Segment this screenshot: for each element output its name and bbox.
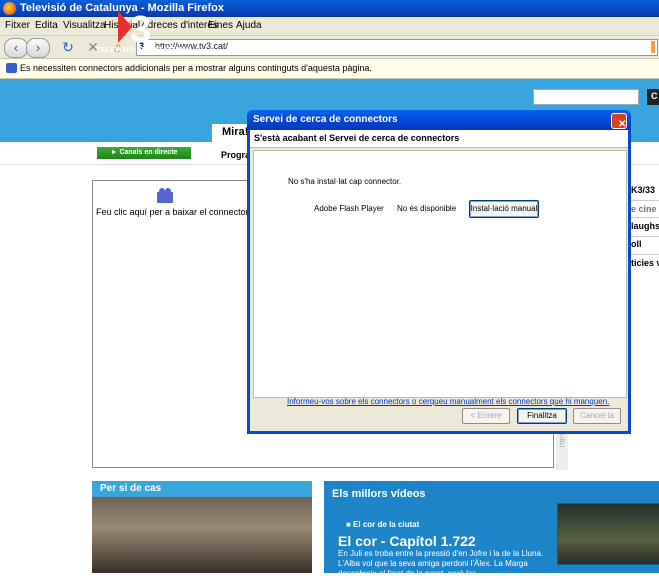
live-channels-button[interactable]: ► Canals en directe	[97, 147, 191, 159]
url-bar[interactable]: 3 http://www.tv3.cat/	[136, 39, 658, 56]
plugin-icon	[157, 188, 173, 203]
cancel-button-disabled[interactable]: Cancel·la	[573, 408, 621, 424]
promo-per-si-de-cas[interactable]: Per si de cas	[92, 481, 312, 573]
right-item-laughs[interactable]: laughs	[631, 221, 659, 231]
menu-ajuda[interactable]: Ajuda	[236, 20, 262, 31]
right-item-k333[interactable]: K3/33	[631, 185, 655, 195]
back-button[interactable]: ‹	[4, 38, 28, 58]
logo-mark-text: 3	[130, 9, 151, 45]
search-button-label: C	[651, 91, 658, 101]
firefox-icon	[3, 2, 16, 15]
promo-right-description: En Juli es troba entre la pressió d'en J…	[338, 549, 544, 578]
promo-right-video-title[interactable]: El cor - Capítol 1.722	[338, 533, 476, 549]
dialog-body: S'està acabant el Servei de cerca de con…	[250, 130, 628, 431]
menu-edita[interactable]: Edita	[35, 20, 58, 31]
site-search-input[interactable]	[533, 89, 639, 105]
close-button[interactable]: ✕	[611, 113, 627, 130]
manual-install-button[interactable]: Instal·lació manual	[469, 200, 539, 218]
plugin-download-message[interactable]: Feu clic aquí per a baixar el connector.	[96, 207, 251, 217]
reload-button[interactable]: ↻	[60, 39, 76, 55]
more-info-link[interactable]: Informeu-vos sobre els connectors o cerq…	[287, 397, 609, 406]
back-arrow-icon: ‹	[13, 40, 19, 55]
menu-bar: Fitxer Edita Visualitza Historial Adrece…	[0, 17, 659, 36]
promo-left-photo[interactable]	[92, 497, 312, 573]
programs-link[interactable]: Progra	[221, 150, 250, 160]
menu-fitxer[interactable]: Fitxer	[5, 20, 30, 31]
plugin-puzzle-icon	[6, 63, 17, 73]
site-search-button[interactable]: C	[647, 89, 659, 105]
forward-button[interactable]: ›	[26, 38, 50, 58]
plugin-notification-bar[interactable]: Es necessiten connectors addicionals per…	[0, 59, 659, 79]
dialog-heading: S'està acabant el Servei de cerca de con…	[254, 133, 460, 143]
promo-left-title: Per si de cas	[100, 483, 162, 494]
right-item-cine[interactable]: e cine	[631, 204, 657, 214]
dialog-title: Servei de cerca de connectors	[253, 114, 398, 125]
back-button-disabled[interactable]: < Enrere	[462, 408, 510, 424]
no-plugin-installed-text: No s'ha instal·lat cap connector.	[288, 177, 402, 186]
forward-arrow-icon: ›	[35, 40, 41, 55]
plugin-name: Adobe Flash Player	[314, 204, 384, 213]
logo-text: TELEVISIÓ DE CATALUNYA	[96, 47, 193, 54]
finish-button[interactable]: Finalitza	[517, 408, 567, 424]
promo-left-header: Per si de cas	[92, 481, 312, 497]
dialog-title-bar[interactable]: Servei de cerca de connectors ✕	[247, 110, 631, 130]
video-thumbnail[interactable]	[557, 503, 659, 565]
promo-millors-videos: Els millors vídeos ■ El cor de la ciutat…	[324, 481, 659, 578]
plugin-finder-dialog: Servei de cerca de connectors ✕ S'està a…	[247, 110, 631, 434]
dialog-heading-bar: S'està acabant el Servei de cerca de con…	[250, 130, 628, 148]
dialog-content-panel: No s'ha instal·lat cap connector. Adobe …	[253, 150, 627, 406]
tv3-logo-icon[interactable]: 3	[118, 9, 158, 45]
window-title-bar: Televisió de Catalunya - Mozilla Firefox	[0, 0, 659, 17]
plugin-status: No és disponible	[397, 204, 457, 213]
menu-visualitza[interactable]: Visualitza	[63, 20, 106, 31]
rss-icon[interactable]	[651, 41, 655, 53]
reload-icon: ↻	[62, 39, 74, 55]
promo-right-title: Els millors vídeos	[332, 488, 426, 500]
right-item-noticies[interactable]: ticies v	[631, 258, 659, 268]
notification-text: Es necessiten connectors addicionals per…	[20, 63, 372, 73]
promo-right-subheader[interactable]: ■ El cor de la ciutat	[346, 520, 419, 529]
right-item-oll[interactable]: oll	[631, 239, 642, 249]
tab-mira-label: Mira!	[222, 126, 249, 138]
menu-eines[interactable]: Eines	[208, 20, 233, 31]
